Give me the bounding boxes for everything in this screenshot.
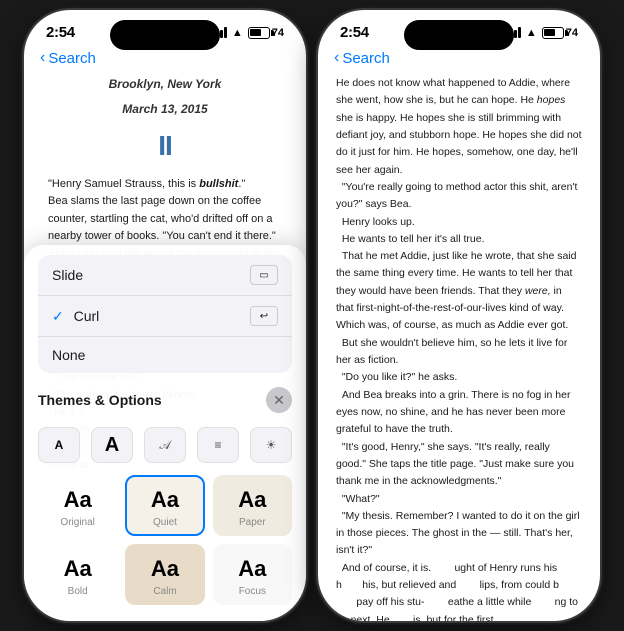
wifi-icon: ▲ (232, 27, 243, 39)
right-time: 2:54 (340, 24, 369, 41)
check-icon: ✓ (52, 308, 64, 324)
theme-focus[interactable]: Aa Focus (213, 544, 292, 605)
theme-calm-aa: Aa (151, 556, 179, 582)
theme-paper-label: Paper (239, 517, 266, 528)
theme-quiet[interactable]: Aa Quiet (125, 475, 204, 536)
right-wifi-icon: ▲ (526, 27, 537, 39)
chapter-number: II (48, 124, 282, 167)
book-date: March 13, 2015 (48, 100, 282, 119)
theme-paper-aa: Aa (238, 487, 266, 513)
font-decrease-button[interactable]: A (38, 427, 80, 463)
font-controls: A A 𝒜 ≡ ☀ (24, 421, 306, 471)
right-paragraph-5: That he met Addie, just like he wrote, t… (336, 248, 582, 335)
back-label: Search (48, 50, 96, 67)
right-paragraph-1: He does not know what happened to Addie,… (336, 75, 582, 179)
slide-label: Slide (52, 267, 83, 283)
close-button[interactable]: ✕ (266, 387, 292, 413)
brightness-button[interactable]: ☀ (250, 427, 292, 463)
slide-menu: Slide ▭ ✓ Curl ↩ None (38, 255, 292, 373)
curl-right: ↩ (250, 306, 278, 326)
slide-option-slide[interactable]: Slide ▭ (38, 255, 292, 296)
slide-option-curl[interactable]: ✓ Curl ↩ (38, 296, 292, 337)
slide-right: ▭ (250, 265, 278, 285)
right-book-content: He does not know what happened to Addie,… (318, 75, 600, 621)
right-paragraph-8: And Bea breaks into a grin. There is no … (336, 387, 582, 439)
right-dynamic-island (404, 20, 514, 50)
theme-focus-aa: Aa (238, 556, 266, 582)
right-paragraph-9: "It's good, Henry," she says. "It's real… (336, 439, 582, 491)
right-phone: 2:54 ▲ 74 ‹ Search He does not know what… (318, 10, 600, 621)
right-paragraph-12: And of course, it is. ught of Henry runs… (336, 560, 582, 595)
battery-icon: 74 (248, 27, 284, 39)
right-paragraph-2: "You're really going to method actor thi… (336, 179, 582, 214)
right-paragraph-6: But she wouldn't believe him, so he lets… (336, 335, 582, 370)
left-phone: 2:54 ▲ 74 ‹ Search Brooklyn, New York (24, 10, 306, 621)
left-status-icons: ▲ 74 (212, 27, 284, 39)
right-paragraph-13: pay off his stu- eathe a little while ng… (336, 594, 582, 621)
theme-original-aa: Aa (64, 487, 92, 513)
right-battery: 74 (542, 27, 578, 39)
theme-bold-label: Bold (68, 586, 88, 597)
phones-container: 2:54 ▲ 74 ‹ Search Brooklyn, New York (14, 0, 610, 631)
font-increase-button[interactable]: A (91, 427, 133, 463)
dynamic-island (110, 20, 220, 50)
curl-icon: ↩ (250, 306, 278, 326)
right-paragraph-10: "What?" (336, 491, 582, 508)
theme-original[interactable]: Aa Original (38, 475, 117, 536)
right-chevron-icon: ‹ (334, 49, 339, 67)
right-paragraph-7: "Do you like it?" he asks. (336, 369, 582, 386)
back-button[interactable]: ‹ Search (40, 49, 96, 67)
theme-quiet-label: Quiet (153, 517, 177, 528)
font-style-button[interactable]: 𝒜 (144, 427, 186, 463)
chevron-icon: ‹ (40, 49, 45, 67)
themes-header: Themes & Options ✕ (24, 381, 306, 421)
theme-calm[interactable]: Aa Calm (125, 544, 204, 605)
right-paragraph-11: "My thesis. Remember? I wanted to do it … (336, 508, 582, 560)
slide-option-none[interactable]: None (38, 337, 292, 373)
theme-calm-label: Calm (153, 586, 176, 597)
right-status-icons: ▲ 74 (506, 27, 578, 39)
theme-focus-label: Focus (239, 586, 266, 597)
left-time: 2:54 (46, 24, 75, 41)
book-location: Brooklyn, New York (48, 75, 282, 94)
slide-icon: ▭ (250, 265, 278, 285)
right-paragraph-4: He wants to tell her it's all true. (336, 231, 582, 248)
font-align-button[interactable]: ≡ (197, 427, 239, 463)
right-back-label: Search (342, 50, 390, 67)
overlay-panel: Slide ▭ ✓ Curl ↩ None Themes & Option (24, 245, 306, 621)
theme-bold[interactable]: Aa Bold (38, 544, 117, 605)
themes-title: Themes & Options (38, 392, 162, 408)
theme-original-label: Original (60, 517, 94, 528)
right-back-button[interactable]: ‹ Search (334, 49, 390, 67)
theme-paper[interactable]: Aa Paper (213, 475, 292, 536)
theme-grid: Aa Original Aa Quiet Aa Paper Aa Bold Aa (24, 471, 306, 605)
none-label: None (52, 347, 85, 363)
theme-quiet-aa: Aa (151, 487, 179, 513)
right-paragraph-3: Henry looks up. (336, 214, 582, 231)
theme-bold-aa: Aa (64, 556, 92, 582)
